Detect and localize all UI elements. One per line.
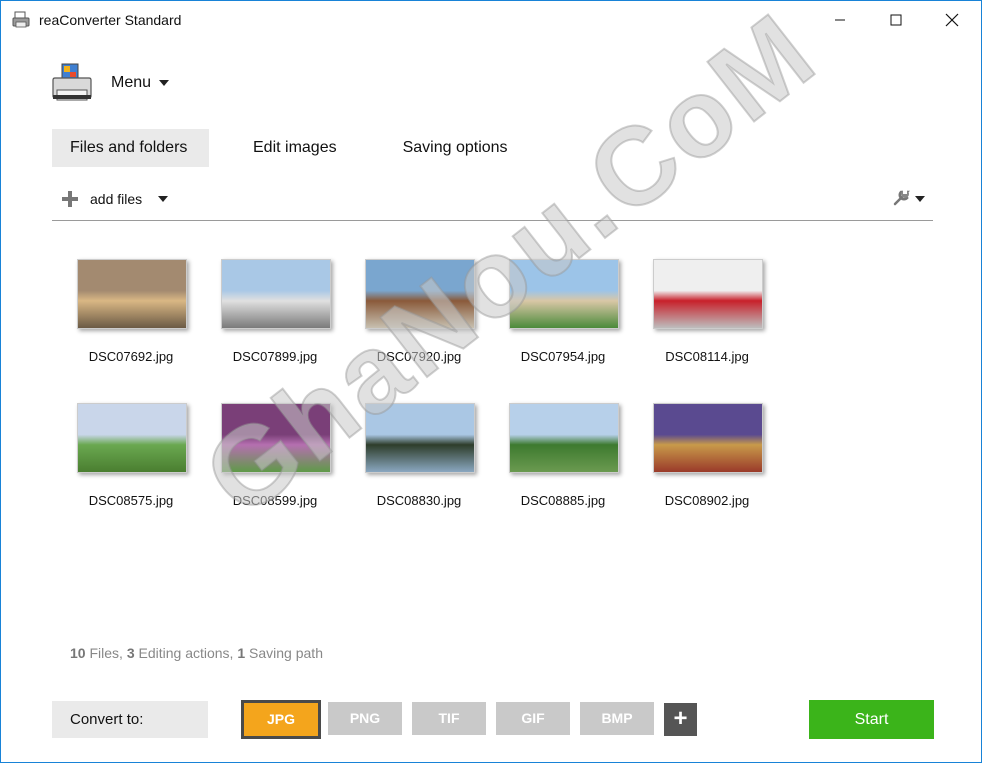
- file-thumbnail[interactable]: DSC08902.jpg: [632, 393, 763, 523]
- file-thumbnail[interactable]: DSC07954.jpg: [488, 249, 619, 379]
- window-title: reaConverter Standard: [39, 12, 182, 28]
- file-thumbnail[interactable]: DSC08599.jpg: [200, 393, 331, 523]
- menu-button[interactable]: Menu: [51, 61, 170, 105]
- file-thumbnail[interactable]: DSC08885.jpg: [488, 393, 619, 523]
- file-thumbnail[interactable]: DSC07692.jpg: [56, 249, 187, 379]
- edit-label: Editing actions,: [138, 645, 234, 661]
- file-name-label: DSC07954.jpg: [520, 349, 606, 364]
- path-label: Saving path: [249, 645, 323, 661]
- plus-icon: [62, 191, 78, 207]
- start-button[interactable]: Start: [809, 700, 934, 739]
- add-files-button[interactable]: add files: [62, 188, 169, 210]
- edit-count: 3: [126, 645, 135, 661]
- file-name-label: DSC07899.jpg: [232, 349, 318, 364]
- photo-thumbnail-image: [509, 403, 619, 473]
- file-name-label: DSC08885.jpg: [520, 493, 606, 508]
- file-name-label: DSC07920.jpg: [376, 349, 462, 364]
- add-format-button[interactable]: +: [664, 703, 697, 736]
- add-files-label: add files: [90, 191, 143, 207]
- title-bar: reaConverter Standard: [1, 1, 981, 39]
- format-tif-button[interactable]: TIF: [412, 702, 486, 735]
- photo-thumbnail-image: [221, 259, 331, 329]
- convert-to-label: Convert to:: [52, 701, 208, 738]
- maximize-button[interactable]: [873, 1, 919, 39]
- format-gif-button[interactable]: GIF: [496, 702, 570, 735]
- file-thumbnail[interactable]: DSC08575.jpg: [56, 393, 187, 523]
- app-window: reaConverter Standard Menu Files and fol…: [0, 0, 982, 763]
- file-thumbnail[interactable]: DSC07920.jpg: [344, 249, 475, 379]
- photo-thumbnail-image: [221, 403, 331, 473]
- files-label: Files,: [89, 645, 123, 661]
- photo-thumbnail-image: [653, 403, 763, 473]
- file-toolbar: add files: [52, 179, 933, 221]
- files-count: 10: [70, 645, 86, 661]
- tab-bar: Files and folders Edit images Saving opt…: [52, 129, 526, 167]
- settings-button[interactable]: [893, 188, 925, 210]
- app-icon: [12, 11, 30, 29]
- photo-thumbnail-image: [77, 403, 187, 473]
- chevron-down-icon: [915, 196, 925, 202]
- file-name-label: DSC08599.jpg: [232, 493, 318, 508]
- file-name-label: DSC08902.jpg: [664, 493, 750, 508]
- photo-thumbnail-image: [653, 259, 763, 329]
- file-name-label: DSC08575.jpg: [88, 493, 174, 508]
- path-count: 1: [237, 645, 246, 661]
- printer-icon: [51, 62, 93, 104]
- tab-files-and-folders[interactable]: Files and folders: [52, 129, 209, 167]
- file-thumbnail[interactable]: DSC07899.jpg: [200, 249, 331, 379]
- format-jpg-button[interactable]: JPG: [241, 700, 321, 739]
- tab-edit-images[interactable]: Edit images: [235, 129, 355, 167]
- wrench-icon: [893, 188, 911, 211]
- photo-thumbnail-image: [365, 259, 475, 329]
- photo-thumbnail-image: [509, 259, 619, 329]
- minimize-button[interactable]: [817, 1, 863, 39]
- photo-thumbnail-image: [365, 403, 475, 473]
- status-summary: 10 Files, 3 Editing actions, 1 Saving pa…: [70, 645, 323, 661]
- chevron-down-icon: [159, 80, 170, 86]
- chevron-down-icon[interactable]: [158, 196, 169, 202]
- tab-saving-options[interactable]: Saving options: [385, 129, 526, 167]
- menu-label: Menu: [111, 74, 152, 91]
- file-name-label: DSC08114.jpg: [665, 349, 749, 364]
- format-bmp-button[interactable]: BMP: [580, 702, 654, 735]
- photo-thumbnail-image: [77, 259, 187, 329]
- file-thumbnail[interactable]: DSC08114.jpg: [632, 249, 763, 379]
- file-thumbnail[interactable]: DSC08830.jpg: [344, 393, 475, 523]
- close-button[interactable]: [929, 1, 975, 39]
- file-name-label: DSC07692.jpg: [88, 349, 174, 364]
- file-name-label: DSC08830.jpg: [376, 493, 462, 508]
- format-png-button[interactable]: PNG: [328, 702, 402, 735]
